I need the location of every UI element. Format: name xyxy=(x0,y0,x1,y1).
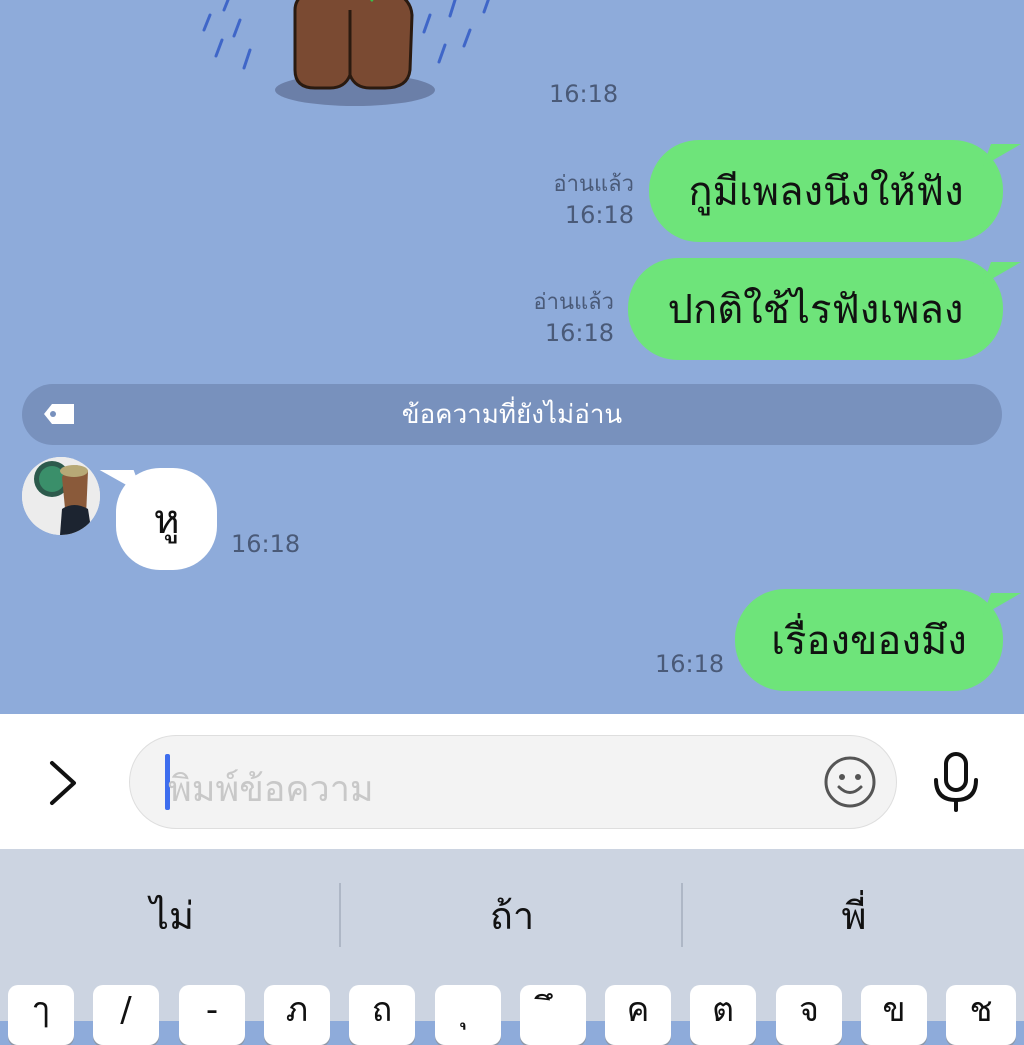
avatar[interactable] xyxy=(22,457,100,535)
message-input-placeholder: พิมพ์ข้อความ xyxy=(168,769,374,810)
read-receipt: อ่านแล้ว xyxy=(533,290,614,315)
keyboard-key[interactable]: ุ xyxy=(435,985,501,1045)
keyboard-key[interactable]: ถ xyxy=(349,985,415,1045)
message-text: ปกติใช้ไรฟังเพลง xyxy=(667,287,964,333)
suggestion-divider xyxy=(339,883,341,947)
message-meta: อ่านแล้ว 16:18 xyxy=(500,288,614,348)
keyboard-key[interactable]: ข xyxy=(861,985,927,1045)
keyboard-key[interactable]: ค xyxy=(605,985,671,1045)
read-receipt: อ่านแล้ว xyxy=(553,172,634,197)
message-meta: อ่านแล้ว 16:18 xyxy=(520,170,634,230)
message-text: หู xyxy=(153,497,180,543)
keyboard-suggestion[interactable]: พี่ xyxy=(684,885,1024,946)
outgoing-message-bubble[interactable]: กูมีเพลงนึงให้ฟัง xyxy=(649,140,1003,242)
outgoing-message-bubble[interactable]: ปกติใช้ไรฟังเพลง xyxy=(628,258,1003,360)
message-timestamp: 16:18 xyxy=(231,530,301,558)
keyboard-key[interactable]: ช xyxy=(946,985,1016,1045)
unread-messages-divider: ข้อความที่ยังไม่อ่าน xyxy=(22,384,1002,445)
keyboard-key[interactable]: จ xyxy=(776,985,842,1045)
keyboard-suggestion[interactable]: ไม่ xyxy=(2,885,342,946)
message-timestamp: 16:18 xyxy=(564,201,634,229)
message-timestamp: 16:18 xyxy=(544,319,614,347)
bear-sticker[interactable] xyxy=(200,0,500,110)
keyboard-suggestion[interactable]: ถ้า xyxy=(342,885,682,946)
message-text: กูมีเพลงนึงให้ฟัง xyxy=(688,169,964,215)
chat-area: 16:18 อ่านแล้ว 16:18 กูมีเพลงนึงให้ฟัง อ… xyxy=(0,0,1024,714)
avatar-image xyxy=(22,457,100,535)
sticker-timestamp: 16:18 xyxy=(549,80,619,108)
tag-icon xyxy=(44,404,74,424)
incoming-message-bubble[interactable]: หู xyxy=(116,468,217,570)
keyboard-key[interactable]: / xyxy=(93,985,159,1045)
keyboard-key[interactable]: - xyxy=(179,985,245,1045)
keyboard-key[interactable]: ภ xyxy=(264,985,330,1045)
message-text: เรื่องของมึง xyxy=(771,618,967,664)
message-timestamp: 16:18 xyxy=(655,650,725,678)
unread-label: ข้อความที่ยังไม่อ่าน xyxy=(401,400,623,430)
keyboard-key[interactable]: ต xyxy=(690,985,756,1045)
keyboard-key[interactable]: ึ xyxy=(520,985,586,1045)
outgoing-message-bubble[interactable]: เรื่องของมึง xyxy=(735,589,1003,691)
chevron-right-icon[interactable] xyxy=(40,755,84,811)
emoji-icon[interactable] xyxy=(822,754,878,810)
microphone-icon[interactable] xyxy=(930,750,982,814)
suggestion-divider xyxy=(681,883,683,947)
keyboard-key[interactable]: ๅ xyxy=(8,985,74,1045)
